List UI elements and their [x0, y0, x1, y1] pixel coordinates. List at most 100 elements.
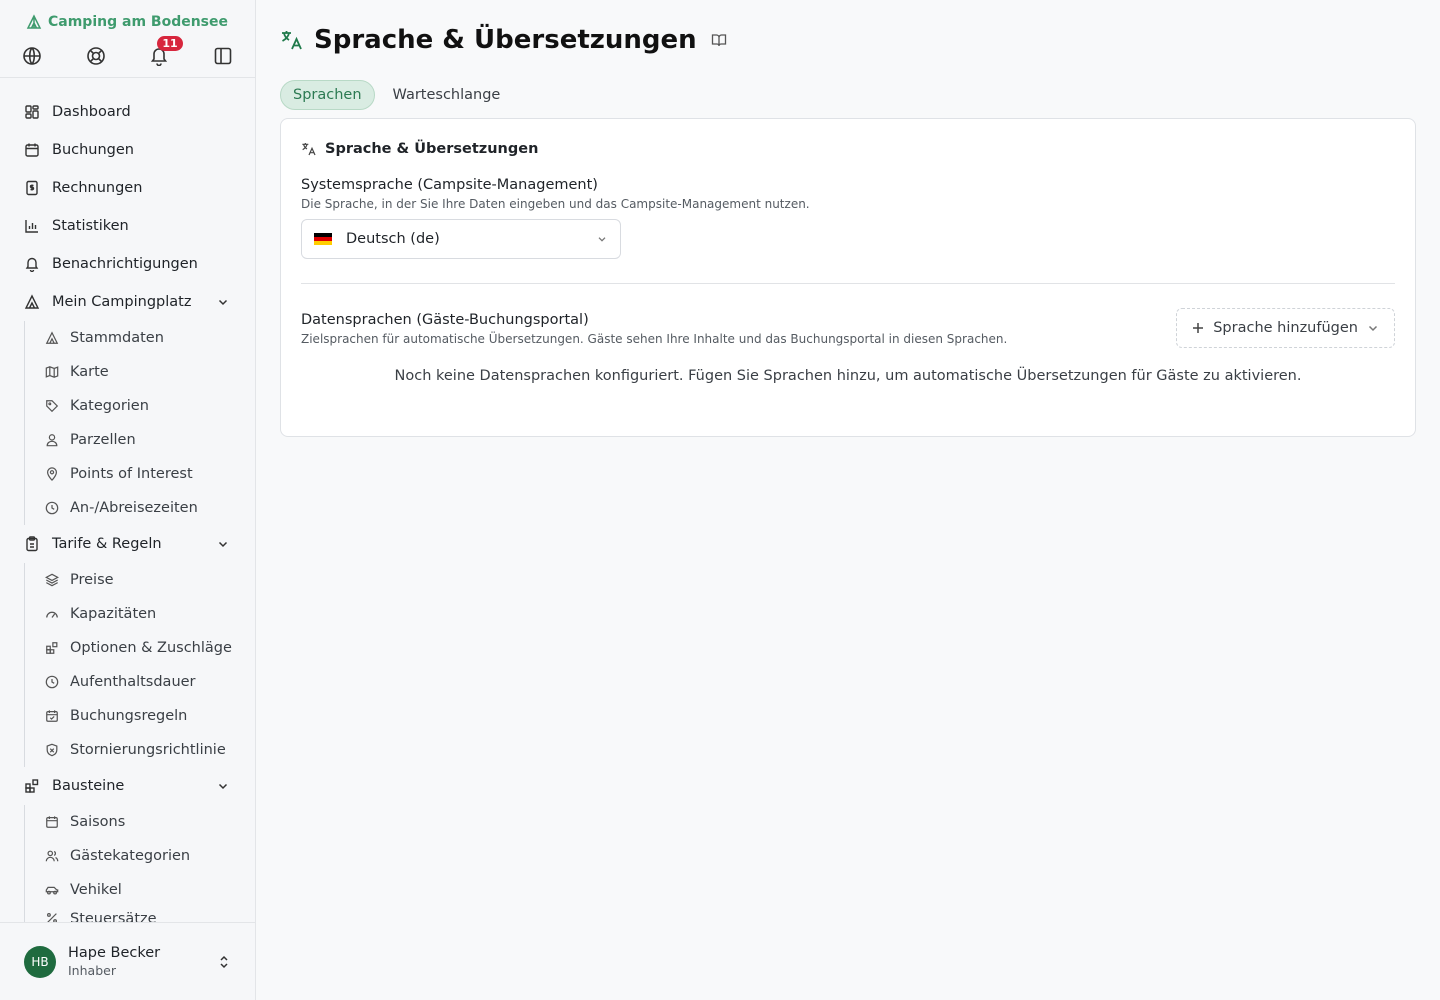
system-language-value: Deutsch (de)	[346, 231, 440, 247]
language-button[interactable]	[22, 46, 42, 66]
brand[interactable]: Camping am Bodensee	[0, 0, 255, 34]
translate-icon	[282, 31, 302, 50]
tent-icon	[26, 13, 42, 29]
blocks-icon	[46, 642, 58, 654]
nav-label: Kategorien	[70, 398, 149, 414]
nav-group-mein-campingplatz[interactable]: Mein Campingplatz	[0, 283, 255, 321]
nav-label: Buchungsregeln	[70, 708, 188, 724]
blocks-icon	[25, 779, 39, 793]
nav-label: Bausteine	[52, 778, 125, 794]
lifebuoy-icon	[86, 46, 105, 65]
calendar-check-icon	[46, 710, 58, 722]
nav-label: Karte	[70, 364, 109, 380]
chevrons-up-down-icon	[220, 955, 228, 968]
person-pin-icon	[46, 434, 58, 447]
nav-label: Statistiken	[52, 218, 129, 234]
nav-label: Gästekategorien	[70, 848, 191, 864]
nav-item-stornierungsrichtlinie[interactable]: Stornierungsrichtlinie	[25, 733, 255, 767]
nav-item-stammdaten[interactable]: Stammdaten	[25, 321, 255, 355]
user-menu[interactable]: HB Hape Becker Inhaber	[0, 922, 255, 1000]
add-language-label: Sprache hinzufügen	[1213, 320, 1358, 336]
nav-label: Tarife & Regeln	[52, 536, 162, 552]
nav-item-statistiken[interactable]: Statistiken	[0, 207, 255, 245]
map-pin-icon	[47, 467, 57, 481]
nav-label: Parzellen	[70, 432, 136, 448]
nav-item-rechnungen[interactable]: Rechnungen	[0, 169, 255, 207]
tent-icon	[24, 294, 40, 309]
plus-icon	[1193, 323, 1204, 333]
chevron-down-icon	[218, 541, 228, 548]
sidebar-toggle-icon	[214, 47, 232, 64]
tag-icon	[46, 400, 59, 413]
gauge-icon	[46, 611, 58, 618]
nav-label: Steuersätze	[70, 911, 157, 922]
nav-item-benachrichtigungen[interactable]: Benachrichtigungen	[0, 245, 255, 283]
percent-icon	[47, 913, 57, 922]
clock-icon	[45, 501, 59, 515]
notifications-button[interactable]: 11	[149, 35, 183, 66]
card-title-text: Sprache & Übersetzungen	[325, 141, 539, 157]
nav-item-buchungsregeln[interactable]: Buchungsregeln	[25, 699, 255, 733]
layers-icon	[45, 573, 59, 587]
car-icon	[45, 886, 59, 895]
translate-icon	[302, 143, 316, 156]
globe-icon	[23, 46, 41, 65]
nav-item-aufenthaltsdauer[interactable]: Aufenthaltsdauer	[25, 665, 255, 699]
nav-item-karte[interactable]: Karte	[25, 355, 255, 389]
book-open-icon[interactable]	[711, 32, 727, 48]
nav-item-vehikel[interactable]: Vehikel	[25, 873, 255, 907]
card-title: Sprache & Übersetzungen	[301, 139, 1395, 159]
notification-badge: 11	[157, 35, 183, 51]
shield-x-icon	[46, 743, 58, 757]
tab-warteschlange[interactable]: Warteschlange	[381, 80, 513, 110]
data-languages-label: Datensprachen (Gäste-Buchungsportal)	[301, 312, 589, 328]
nav-label: Aufenthaltsdauer	[70, 674, 196, 690]
nav-item-an-abreisezeiten[interactable]: An-/Abreisezeiten	[25, 491, 255, 525]
nav-item-points-of-interest[interactable]: Points of Interest	[25, 457, 255, 491]
nav-item-saisons[interactable]: Saisons	[25, 805, 255, 839]
nav-label: Stornierungsrichtlinie	[70, 742, 226, 758]
clipboard-icon	[26, 536, 38, 552]
nav-label: Buchungen	[52, 142, 134, 158]
nav-label: An-/Abreisezeiten	[70, 500, 198, 516]
nav-item-steuersaetze[interactable]: Steuersätze	[25, 907, 255, 922]
chevron-down-icon	[218, 783, 228, 790]
nav-group-bausteine[interactable]: Bausteine	[0, 767, 255, 805]
nav-group-tarife-regeln[interactable]: Tarife & Regeln	[0, 525, 255, 563]
nav-label: Saisons	[70, 814, 126, 830]
nav-item-dashboard[interactable]: Dashboard	[0, 93, 255, 131]
nav-label: Mein Campingplatz	[52, 294, 192, 310]
tent-icon	[45, 331, 59, 344]
nav-label: Preise	[70, 572, 114, 588]
nav-item-kapazitaeten[interactable]: Kapazitäten	[25, 597, 255, 631]
nav-item-buchungen[interactable]: Buchungen	[0, 131, 255, 169]
chevron-down-icon	[598, 237, 606, 242]
help-button[interactable]	[86, 46, 106, 66]
main-content: Sprache & Übersetzungen Sprachen Wartesc…	[256, 0, 1440, 1000]
user-role: Inhaber	[68, 963, 116, 978]
avatar: HB	[24, 945, 56, 978]
language-card: Sprache & Übersetzungen Systemsprache (C…	[280, 118, 1416, 437]
system-language-select[interactable]: Deutsch (de)	[301, 219, 621, 259]
tab-sprachen[interactable]: Sprachen	[280, 80, 375, 110]
grid-icon	[25, 105, 39, 119]
nav-item-parzellen[interactable]: Parzellen	[25, 423, 255, 457]
page-title: Sprache & Übersetzungen	[314, 25, 697, 55]
brand-name: Camping am Bodensee	[48, 13, 228, 30]
nav-label: Rechnungen	[52, 180, 143, 196]
empty-state-message: Noch keine Datensprachen konfiguriert. F…	[394, 368, 1302, 384]
data-languages-section: Datensprachen (Gäste-Buchungsportal) Zie…	[301, 308, 1395, 348]
nav-item-optionen-zuschlaege[interactable]: Optionen & Zuschläge	[25, 631, 255, 665]
bell-icon	[25, 257, 39, 272]
system-language-description: Die Sprache, in der Sie Ihre Daten einge…	[301, 197, 810, 211]
nav-item-gaestekategorien[interactable]: Gästekategorien	[25, 839, 255, 873]
toggle-sidebar-button[interactable]	[213, 46, 233, 66]
nav-label: Stammdaten	[70, 330, 164, 346]
nav-label: Vehikel	[70, 882, 122, 898]
map-icon	[45, 366, 59, 378]
nav-label: Optionen & Zuschläge	[70, 640, 232, 656]
nav-label: Points of Interest	[70, 466, 193, 482]
nav-item-kategorien[interactable]: Kategorien	[25, 389, 255, 423]
add-language-button[interactable]: Sprache hinzufügen	[1176, 308, 1395, 348]
nav-item-preise[interactable]: Preise	[25, 563, 255, 597]
